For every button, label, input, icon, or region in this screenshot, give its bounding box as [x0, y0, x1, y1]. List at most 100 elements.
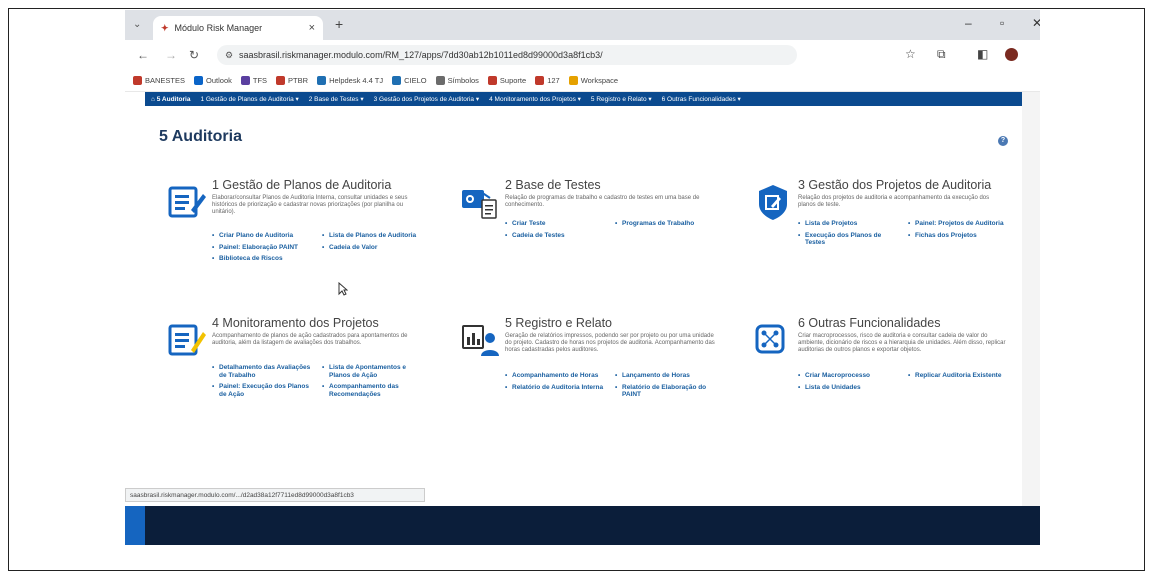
- link-criar-macroprocesso[interactable]: Criar Macroprocesso: [798, 372, 900, 380]
- menu-item[interactable]: 2 Base de Testes ▾: [309, 95, 364, 103]
- close-window-icon[interactable]: ✕: [1032, 16, 1040, 30]
- link-cadeia-testes[interactable]: Cadeia de Testes: [505, 232, 607, 240]
- bookmark-item[interactable]: PTBR: [276, 76, 308, 85]
- link-painel-projetos[interactable]: Painel: Projetos de Auditoria: [908, 220, 1010, 228]
- card-title: 1 Gestão de Planos de Auditoria: [212, 178, 392, 192]
- reload-icon[interactable]: ↻: [189, 48, 199, 62]
- taskbar-start[interactable]: [125, 506, 145, 545]
- bookmark-icon: [240, 76, 250, 85]
- menu-item[interactable]: 1 Gestão de Planos de Auditoria ▾: [200, 95, 298, 103]
- tab-title: Módulo Risk Manager: [174, 23, 263, 33]
- bookmark-item[interactable]: Helpdesk 4.4 TJ: [317, 76, 383, 85]
- link-criar-plano[interactable]: Criar Plano de Auditoria: [212, 232, 314, 240]
- taskbar: [125, 506, 1040, 545]
- link-programas-trabalho[interactable]: Programas de Trabalho: [615, 220, 717, 228]
- site-info-icon[interactable]: ⚙: [225, 45, 233, 65]
- link-lista-apontamentos[interactable]: Lista de Apontamentos e Planos de Ação: [322, 364, 424, 379]
- link-painel-execucao[interactable]: Painel: Execução dos Planos de Ação: [212, 383, 314, 398]
- link-biblioteca-riscos[interactable]: Biblioteca de Riscos: [212, 255, 314, 263]
- card-description: Criar macroprocessos, risco de auditoria…: [798, 333, 1006, 353]
- close-tab-icon[interactable]: ×: [309, 22, 315, 34]
- gear-document-icon: [462, 190, 497, 219]
- extensions-icon[interactable]: ⧉: [937, 47, 946, 62]
- help-icon[interactable]: ?: [998, 136, 1008, 146]
- bookmark-star-icon[interactable]: ☆: [905, 47, 916, 61]
- menu-item[interactable]: 4 Monitoramento dos Projetos ▾: [489, 95, 581, 103]
- bookmark-icon: [133, 76, 142, 85]
- bookmark-icon: [568, 76, 578, 85]
- bookmark-item[interactable]: BANESTES: [133, 76, 185, 85]
- card-description: Relação de programas de trabalho e cadas…: [505, 195, 700, 208]
- link-relatorio-auditoria[interactable]: Relatório de Auditoria Interna: [505, 384, 607, 399]
- url-text: saasbrasil.riskmanager.modulo.com/RM_127…: [239, 50, 603, 60]
- link-acompanhamento-horas[interactable]: Acompanhamento de Horas: [505, 372, 607, 380]
- card-links: Detalhamento das Avaliações de Trabalho …: [212, 364, 424, 398]
- edit-list-icon: [168, 186, 206, 218]
- menu-home[interactable]: ⌂ 5 Auditoria: [151, 96, 190, 103]
- profile-avatar[interactable]: [1005, 48, 1018, 61]
- card-base-testes: 2 Base de Testes Relação de programas de…: [460, 178, 710, 298]
- card-gestao-planos: 1 Gestão de Planos de Auditoria Elaborar…: [167, 178, 417, 298]
- bookmark-item[interactable]: Workspace: [568, 76, 618, 85]
- app-menu-bar: ⌂ 5 Auditoria 1 Gestão de Planos de Audi…: [145, 92, 1022, 106]
- link-detalhamento-avaliacoes[interactable]: Detalhamento das Avaliações de Trabalho: [212, 364, 314, 379]
- bookmark-icon: [194, 76, 204, 85]
- browser-tab[interactable]: ✦ Módulo Risk Manager ×: [153, 16, 323, 40]
- workflow-icon: [755, 324, 785, 354]
- bookmark-icon: [435, 76, 445, 85]
- card-gestao-projetos: 3 Gestão dos Projetos de Auditoria Relaç…: [753, 178, 1004, 298]
- card-links: Criar Plano de Auditoria Lista de Planos…: [212, 232, 424, 263]
- minimize-icon[interactable]: –: [965, 16, 972, 30]
- link-lancamento-horas[interactable]: Lançamento de Horas: [615, 372, 717, 380]
- bookmark-icon: [487, 76, 497, 85]
- card-registro-relato: 5 Registro e Relato Geração de relatório…: [460, 316, 715, 436]
- side-panel-icon[interactable]: ◧: [977, 47, 988, 61]
- tab-search-icon[interactable]: ⌄: [133, 19, 141, 30]
- bookmark-item[interactable]: CIELO: [392, 76, 427, 85]
- new-tab-button[interactable]: +: [335, 16, 343, 32]
- bookmark-item[interactable]: Símbolos: [435, 76, 479, 85]
- card-title: 4 Monitoramento dos Projetos: [212, 316, 379, 330]
- title-bar: ⌄ ✦ Módulo Risk Manager × + – ▫ ✕: [125, 10, 1040, 40]
- link-lista-unidades[interactable]: Lista de Unidades: [798, 384, 900, 392]
- back-icon[interactable]: ←: [137, 48, 149, 62]
- site-favicon-icon: ✦: [161, 22, 169, 33]
- page-scrollbar[interactable]: [1022, 92, 1040, 506]
- bookmark-item[interactable]: Outlook: [194, 76, 232, 85]
- link-replicar-auditoria[interactable]: Replicar Auditoria Existente: [908, 372, 1010, 380]
- status-bar-url: saasbrasil.riskmanager.modulo.com/.../d2…: [125, 488, 425, 502]
- menu-item[interactable]: 6 Outras Funcionalidades ▾: [662, 95, 741, 103]
- menu-item[interactable]: 3 Gestão dos Projetos de Auditoria ▾: [374, 95, 480, 103]
- report-user-icon: [462, 325, 499, 356]
- bookmark-item[interactable]: Suporte: [487, 76, 526, 85]
- maximize-icon[interactable]: ▫: [1000, 16, 1004, 30]
- link-execucao-planos[interactable]: Execução dos Planos de Testes: [798, 232, 900, 247]
- card-links: Lista de Projetos Painel: Projetos de Au…: [798, 220, 1010, 247]
- forward-icon[interactable]: →: [165, 48, 177, 62]
- link-lista-planos[interactable]: Lista de Planos de Auditoria: [322, 232, 424, 240]
- card-description: Geração de relatórios impressos, podendo…: [505, 333, 715, 353]
- link-painel-paint[interactable]: Painel: Elaboração PAINT: [212, 244, 314, 252]
- link-criar-teste[interactable]: Criar Teste: [505, 220, 607, 228]
- link-acompanhamento-recomendacoes[interactable]: Acompanhamento das Recomendações: [322, 383, 424, 398]
- card-outras-funcionalidades: 6 Outras Funcionalidades Criar macroproc…: [753, 316, 1005, 436]
- card-links: Criar Macroprocesso Replicar Auditoria E…: [798, 372, 1010, 391]
- link-lista-projetos[interactable]: Lista de Projetos: [798, 220, 900, 228]
- bookmark-item[interactable]: TFS: [240, 76, 267, 85]
- card-title: 3 Gestão dos Projetos de Auditoria: [798, 178, 992, 192]
- card-title: 6 Outras Funcionalidades: [798, 316, 941, 330]
- link-fichas-projetos[interactable]: Fichas dos Projetos: [908, 232, 1010, 247]
- bookmark-icon: [317, 76, 327, 85]
- card-description: Elaborar/consultar Planos de Auditoria I…: [212, 195, 408, 215]
- bookmark-item[interactable]: 127: [535, 76, 560, 85]
- link-relatorio-paint[interactable]: Relatório de Elaboração do PAINT: [615, 384, 717, 399]
- browser-window: ⌄ ✦ Módulo Risk Manager × + – ▫ ✕ ← → ↻ …: [125, 10, 1040, 545]
- link-cadeia-valor[interactable]: Cadeia de Valor: [322, 244, 424, 252]
- bookmark-icon: [392, 76, 402, 85]
- url-field[interactable]: ⚙ saasbrasil.riskmanager.modulo.com/RM_1…: [217, 45, 797, 65]
- card-links: Acompanhamento de Horas Lançamento de Ho…: [505, 372, 717, 399]
- menu-item[interactable]: 5 Registro e Relato ▾: [591, 95, 652, 103]
- address-bar-row: ← → ↻ ⚙ saasbrasil.riskmanager.modulo.co…: [125, 40, 1040, 71]
- mouse-cursor-icon: [338, 282, 348, 296]
- card-monitoramento: 4 Monitoramento dos Projetos Acompanhame…: [167, 316, 417, 436]
